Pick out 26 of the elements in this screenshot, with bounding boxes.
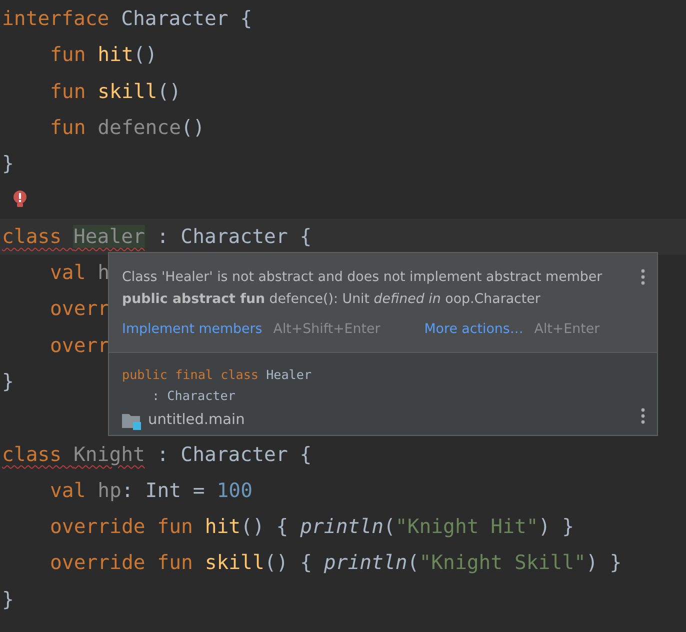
folder-icon [122, 412, 142, 430]
code-line: interface Character { [2, 6, 252, 32]
code-line: class Knight : Character { [2, 442, 312, 468]
code-line: fun defence() [50, 114, 205, 141]
code-line: } [2, 151, 14, 178]
code-line: class Healer : Character { [2, 224, 312, 250]
action-link[interactable]: Implement members [122, 320, 262, 340]
error-bulb-icon[interactable] [13, 190, 27, 208]
code-line: } [2, 368, 14, 395]
declaration-line: public final class Healer [122, 366, 312, 384]
action-link[interactable]: More actions… [424, 320, 524, 340]
code-line: overr [50, 332, 110, 359]
code-line: val hp: Int = 100 [50, 478, 252, 504]
shortcut-text: Alt+Enter [534, 321, 600, 339]
shortcut-text: Alt+Shift+Enter [273, 321, 380, 339]
code-line: fun skill() [50, 78, 182, 105]
declaration-line: : Character [152, 387, 236, 406]
code-line: } [2, 586, 14, 613]
code-line: override fun skill() { println("Knight Skill") } [50, 550, 622, 576]
code-line: overr [50, 296, 110, 322]
code-line: val h [50, 260, 110, 286]
code-line: fun hit() [50, 42, 158, 68]
module-name: untitled.main [148, 411, 245, 430]
error-message: Class 'Healer' is not abstract and does not implement abstract member [122, 269, 604, 287]
code-line: override fun hit() { println("Knight Hit") } [50, 514, 574, 540]
error-detail: public abstract fun defence(): Unit defined in oop.Character [122, 291, 542, 309]
